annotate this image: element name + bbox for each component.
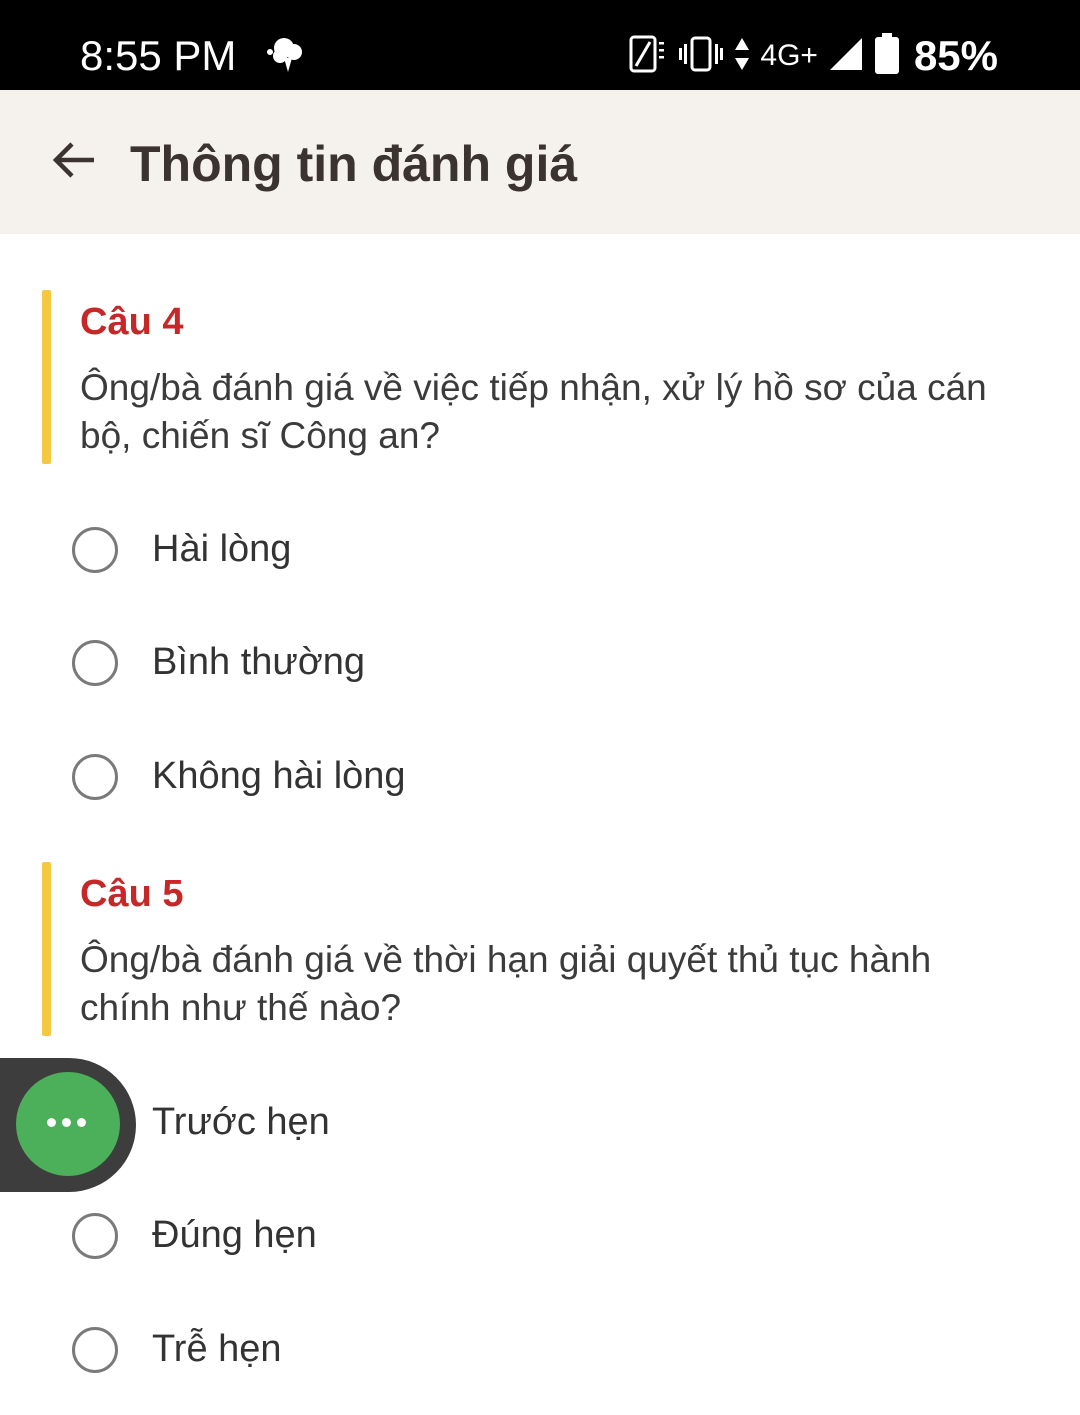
- question-text: Ông/bà đánh giá về thời hạn giải quyết t…: [80, 939, 932, 1028]
- radio-button[interactable]: [72, 1327, 118, 1373]
- floating-bubble-tray[interactable]: [0, 1058, 136, 1192]
- floating-chat-button[interactable]: [16, 1072, 120, 1176]
- option-label: Không hài lòng: [152, 755, 406, 797]
- option-label: Bình thường: [152, 641, 366, 683]
- accent-bar: [42, 862, 51, 1036]
- accent-bar: [42, 290, 51, 464]
- status-time: 8:55 PM: [80, 32, 237, 79]
- option-binh-thuong[interactable]: Bình thường: [72, 631, 972, 701]
- option-label: Hài lòng: [152, 528, 292, 570]
- page-title: Thông tin đánh giá: [130, 136, 578, 192]
- option-label: Trễ hẹn: [152, 1328, 282, 1370]
- radio-button[interactable]: [72, 1213, 118, 1259]
- notification-icon: [264, 34, 308, 79]
- option-label: Trước hẹn: [152, 1101, 330, 1143]
- radio-button[interactable]: [72, 754, 118, 800]
- option-truoc-hen[interactable]: Trước hẹn: [72, 1091, 972, 1161]
- battery-saver-icon: [628, 34, 668, 79]
- app-bar: Thông tin đánh giá: [0, 90, 1080, 234]
- option-hai-long[interactable]: Hài lòng: [72, 518, 972, 588]
- question-card-4: Câu 4 Ông/bà đánh giá về việc tiếp nhận,…: [42, 290, 1042, 465]
- arrow-left-icon[interactable]: [50, 136, 98, 184]
- question-number: Câu 4: [80, 301, 184, 343]
- vibrate-icon: [678, 34, 724, 79]
- data-arrows-icon: [734, 36, 750, 77]
- question-card-5: Câu 5 Ông/bà đánh giá về thời hạn giải q…: [42, 862, 1042, 1037]
- network-type: 4G+: [760, 39, 818, 72]
- status-icons: 4G+ 85%: [628, 32, 998, 80]
- option-tre-hen[interactable]: Trễ hẹn: [72, 1318, 972, 1388]
- battery-icon: [874, 32, 900, 80]
- option-label: Đúng hẹn: [152, 1214, 317, 1256]
- signal-icon: [828, 36, 864, 77]
- option-khong-hai-long[interactable]: Không hài lòng: [72, 745, 972, 815]
- option-dung-hen[interactable]: Đúng hẹn: [72, 1204, 972, 1274]
- question-text: Ông/bà đánh giá về việc tiếp nhận, xử lý…: [80, 367, 987, 456]
- question-number: Câu 5: [80, 873, 184, 915]
- more-dots-icon: [47, 1118, 86, 1127]
- status-bar: 8:55 PM 4G+ 85%: [0, 0, 1080, 90]
- radio-button[interactable]: [72, 640, 118, 686]
- radio-button[interactable]: [72, 527, 118, 573]
- battery-percent: 85%: [913, 32, 998, 79]
